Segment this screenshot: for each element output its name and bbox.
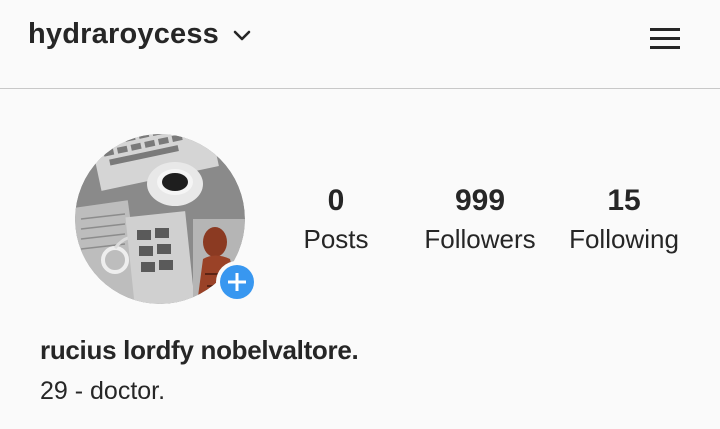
hamburger-menu-icon[interactable] — [650, 26, 682, 50]
add-story-button[interactable] — [216, 261, 258, 303]
following-label: Following — [569, 224, 679, 254]
stat-following[interactable]: 15 Following — [549, 183, 699, 257]
stat-followers[interactable]: 999 Followers — [405, 183, 555, 257]
posts-count: 0 — [327, 184, 345, 217]
following-count: 15 — [607, 184, 641, 217]
full-name: rucius lordfy nobelvaltore. — [40, 335, 359, 365]
plus-icon — [220, 265, 254, 299]
account-switcher[interactable]: hydraroycess — [28, 18, 253, 51]
bio-text: 29 - doctor. — [40, 377, 166, 405]
followers-count: 999 — [454, 184, 506, 217]
top-bar: hydraroycess — [0, 0, 720, 89]
username: hydraroycess — [28, 18, 220, 50]
posts-label: Posts — [303, 224, 369, 254]
stat-posts[interactable]: 0 Posts — [261, 183, 411, 257]
profile-section: 0 Posts 999 Followers 15 Following ruciu… — [0, 89, 720, 429]
followers-label: Followers — [424, 224, 536, 254]
chevron-down-icon — [233, 30, 251, 40]
avatar-container — [75, 134, 258, 304]
